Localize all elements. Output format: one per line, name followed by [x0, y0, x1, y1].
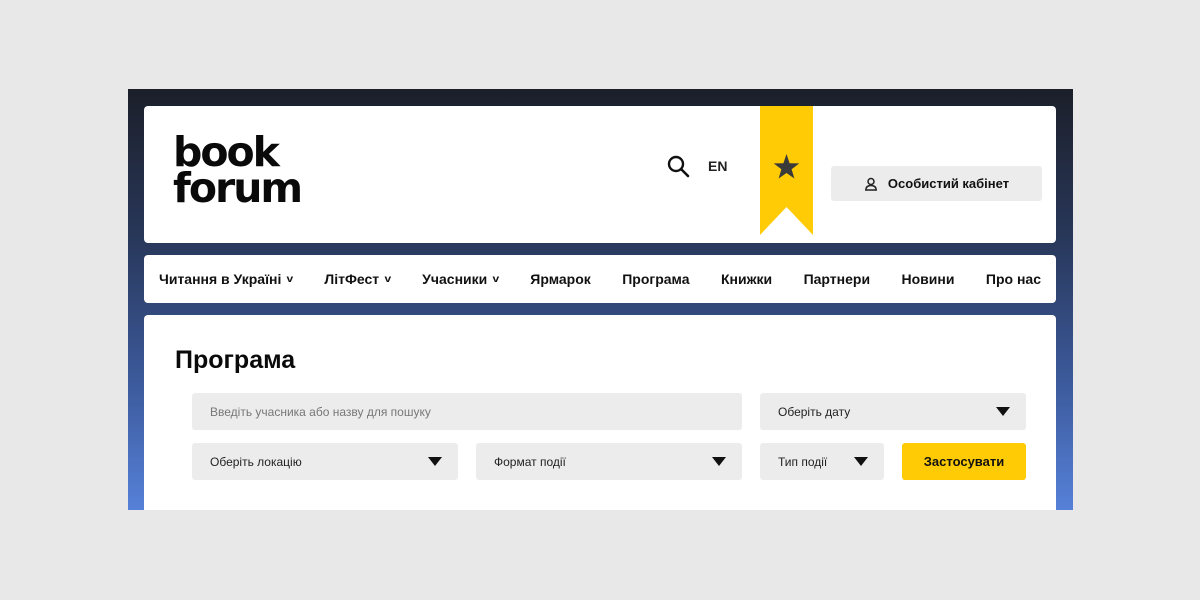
format-select-value: Формат події [494, 454, 566, 469]
chevron-down-icon: v [286, 273, 294, 285]
location-select-value: Оберіть локацію [210, 454, 302, 469]
nav-item-label: Програма [622, 271, 690, 287]
personal-cabinet-button[interactable]: Особистий кабінет [831, 166, 1042, 201]
nav-item-label: ЛітФест [324, 271, 380, 287]
nav-item-label: Книжки [720, 271, 773, 287]
personal-cabinet-label: Особистий кабінет [887, 176, 1010, 191]
bookforum-logo[interactable]: book forum [173, 132, 303, 212]
nav-item-label: Про нас [985, 271, 1041, 287]
event-type-select-value: Тип події [778, 454, 828, 469]
date-select-value: Оберіть дату [778, 404, 851, 419]
date-select[interactable]: Оберіть дату [760, 393, 1026, 430]
search-input[interactable] [210, 404, 724, 419]
main-nav: Читання в Україні v ЛітФест v Учасники v… [144, 255, 1056, 303]
search-icon[interactable] [666, 154, 692, 180]
nav-item-participants[interactable]: Учасники v [422, 271, 499, 287]
language-switch[interactable]: EN [708, 158, 727, 174]
chevron-down-icon: v [384, 273, 392, 285]
program-filter-panel: Програма Оберіть дату Оберіть локацію Фо… [144, 315, 1056, 510]
nav-item-reading-in-ukraine[interactable]: Читання в Україні v [159, 271, 293, 287]
nav-item-program[interactable]: Програма [622, 271, 689, 287]
nav-item-label: Ярмарок [530, 271, 591, 287]
nav-item-fair[interactable]: Ярмарок [530, 271, 591, 287]
nav-item-partners[interactable]: Партнери [804, 271, 870, 287]
logo-line-forum: forum [173, 164, 303, 212]
apply-button[interactable]: Застосувати [902, 443, 1026, 480]
dropdown-triangle-icon [428, 457, 442, 466]
nav-item-label: Новини [901, 271, 955, 287]
dropdown-triangle-icon [854, 457, 868, 466]
dropdown-triangle-icon [996, 407, 1010, 416]
page-frame: book forum EN Особистий кабінет Читання … [128, 89, 1073, 510]
nav-item-label: Партнери [803, 271, 871, 287]
nav-item-about[interactable]: Про нас [986, 271, 1041, 287]
nav-item-books[interactable]: Книжки [721, 271, 772, 287]
dropdown-triangle-icon [712, 457, 726, 466]
location-select[interactable]: Оберіть локацію [192, 443, 458, 480]
nav-item-label: Читання в Україні [159, 271, 282, 287]
chevron-down-icon: v [492, 273, 500, 285]
nav-item-litfest[interactable]: ЛітФест v [324, 271, 392, 287]
user-icon [864, 177, 877, 191]
page-title: Програма [175, 346, 296, 374]
site-header: book forum EN Особистий кабінет [144, 89, 1056, 243]
nav-item-news[interactable]: Новини [902, 271, 955, 287]
nav-item-label: Учасники [422, 271, 488, 287]
search-field [192, 393, 742, 430]
event-type-select[interactable]: Тип події [760, 443, 884, 480]
favorites-ribbon[interactable] [760, 89, 813, 252]
format-select[interactable]: Формат події [476, 443, 742, 480]
